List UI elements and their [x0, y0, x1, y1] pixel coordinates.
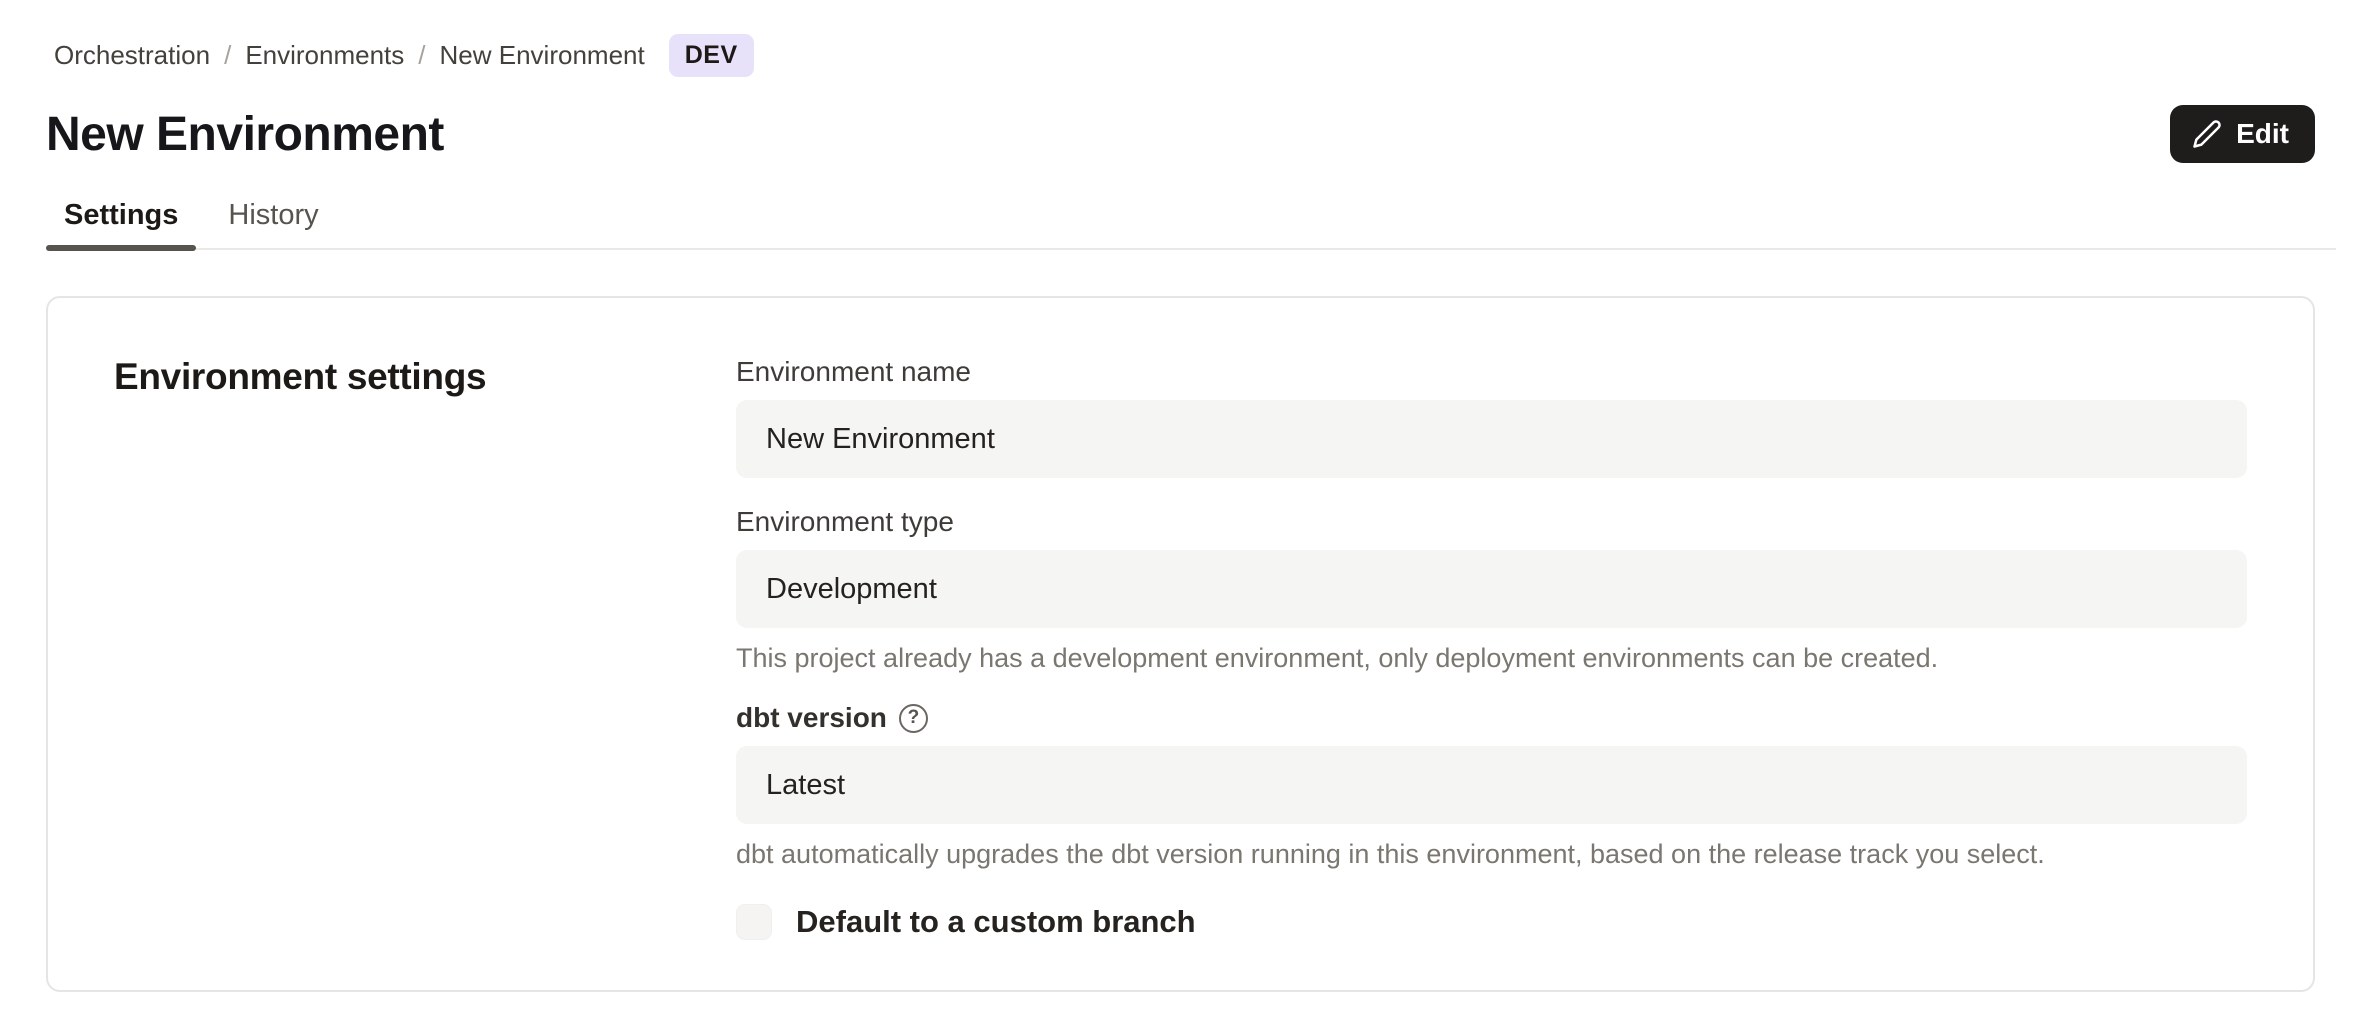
edit-button[interactable]: Edit — [2170, 105, 2315, 163]
help-icon[interactable]: ? — [899, 704, 928, 733]
environment-type-label: Environment type — [736, 506, 954, 538]
custom-branch-row: Default to a custom branch — [736, 904, 2247, 940]
tab-history[interactable]: History — [210, 189, 336, 248]
environment-name-label: Environment name — [736, 356, 971, 388]
breadcrumb-item-environments[interactable]: Environments — [245, 40, 404, 71]
environment-settings-card: Environment settings Environment name En… — [46, 296, 2315, 992]
breadcrumb-item-orchestration[interactable]: Orchestration — [54, 40, 210, 71]
field-environment-type: Environment type This project already ha… — [736, 506, 2247, 674]
dbt-version-label: dbt version — [736, 702, 887, 734]
breadcrumb-separator: / — [224, 40, 231, 71]
page-header: New Environment Edit — [0, 77, 2354, 163]
page: Orchestration / Environments / New Envir… — [0, 0, 2354, 1020]
tab-settings[interactable]: Settings — [46, 189, 196, 248]
page-title: New Environment — [46, 107, 444, 162]
dbt-version-helper-text: dbt automatically upgrades the dbt versi… — [736, 838, 2247, 870]
environment-settings-form: Environment name Environment type This p… — [736, 356, 2247, 940]
environment-type-helper-text: This project already has a development e… — [736, 642, 2247, 674]
breadcrumb-item-new-environment[interactable]: New Environment — [440, 40, 645, 71]
pencil-icon — [2192, 119, 2222, 149]
edit-button-label: Edit — [2236, 118, 2289, 150]
custom-branch-checkbox-label: Default to a custom branch — [796, 904, 1196, 940]
card-heading: Environment settings — [114, 356, 736, 398]
dev-status-badge: DEV — [669, 34, 754, 77]
field-dbt-version: dbt version ? dbt automatically upgrades… — [736, 702, 2247, 870]
environment-type-input[interactable] — [736, 550, 2247, 628]
breadcrumb: Orchestration / Environments / New Envir… — [0, 0, 2354, 77]
custom-branch-checkbox[interactable] — [736, 904, 772, 940]
environment-name-input[interactable] — [736, 400, 2247, 478]
field-environment-name: Environment name — [736, 356, 2247, 478]
breadcrumb-separator: / — [418, 40, 425, 71]
tab-bar: Settings History — [46, 189, 2336, 250]
dbt-version-input[interactable] — [736, 746, 2247, 824]
